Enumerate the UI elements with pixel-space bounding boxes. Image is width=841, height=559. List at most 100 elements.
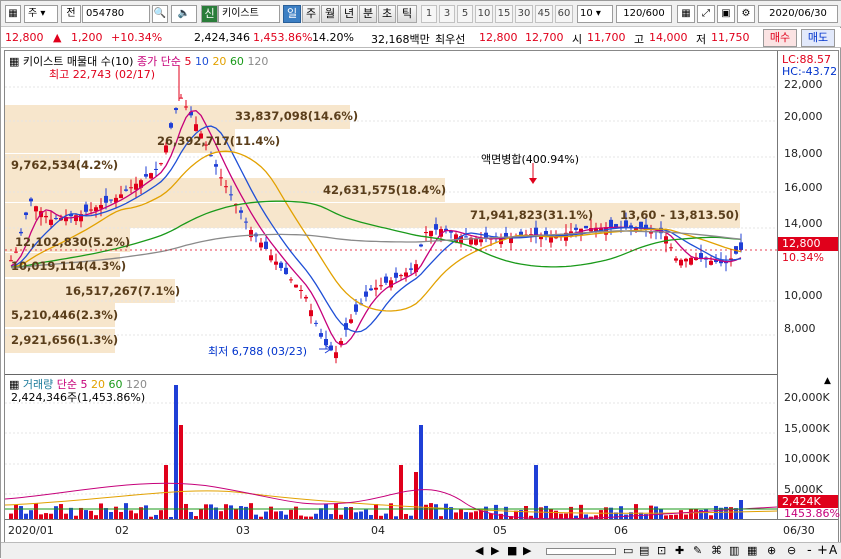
candle-body [429, 230, 433, 237]
candle-body [89, 209, 93, 211]
scroll-left-icon[interactable]: ◀ [475, 544, 483, 557]
minute-3[interactable]: 3 [439, 5, 455, 23]
tab-second[interactable]: 초 [378, 5, 396, 23]
bar-icon[interactable]: ▦ [747, 544, 757, 557]
minute-15[interactable]: 15 [495, 5, 513, 23]
candle-body [669, 247, 673, 249]
candle-body [259, 242, 263, 248]
vol-y-tick: 20,000K [784, 391, 830, 404]
candle-body [534, 227, 538, 236]
tab-week[interactable]: 주 [302, 5, 320, 23]
draw-tool-icon[interactable]: ⤢ [697, 5, 715, 23]
candle-body [409, 268, 413, 270]
volume-bar [374, 504, 378, 520]
candle-body [314, 322, 318, 324]
type-select[interactable]: 주 ▾ [24, 5, 58, 23]
scroll-bar[interactable]: ◀ ▶ ■ ▶ ▭ ▤ ⊡ ✚ ✎ ⌘ ▥ ▦ ⊕ ⊖ - + A [1, 542, 841, 559]
grid-icon[interactable]: ▦ [677, 5, 695, 23]
scroll-right-icon[interactable]: ▶ [523, 544, 531, 557]
volume-bar [184, 503, 188, 520]
settings-icon[interactable]: ⚙ [737, 5, 755, 23]
y-tick: 8,000 [784, 322, 816, 335]
market-button[interactable]: 신 [201, 5, 218, 23]
price-panel[interactable]: ▦ 키이스트 매물대 수(10) 종가 단순 5 10 20 60 120 최고… [5, 51, 777, 373]
profile-label: 42,631,575(18.4%) [323, 183, 447, 197]
layout2-icon[interactable]: ▤ [639, 544, 649, 557]
x-tick: 04 [371, 524, 385, 537]
zoom-in-icon[interactable]: ⊕ [767, 544, 776, 557]
volume-bar [414, 472, 418, 520]
current-price: 12,800 [5, 31, 44, 44]
chart-type-icon[interactable]: ▥ [729, 544, 739, 557]
hc-label: HC:-43.72 [782, 65, 838, 78]
save-icon[interactable]: ▣ [717, 5, 735, 23]
scroll-slider[interactable] [546, 548, 616, 555]
volume-bar [174, 385, 178, 520]
volume-sub-label: 2,424,346주(1,453.86%) [11, 391, 146, 404]
candle-body [224, 186, 228, 188]
minute-30[interactable]: 30 [515, 5, 533, 23]
buy-button[interactable]: 매수 [763, 29, 797, 47]
search-icon[interactable]: 🔍 [152, 5, 168, 23]
zoom-minus-button[interactable]: - [807, 543, 812, 558]
candle-body [194, 124, 198, 131]
magnet-icon[interactable]: ⌘ [711, 544, 722, 557]
zoom-auto-button[interactable]: A [829, 543, 837, 557]
tab-year[interactable]: 년 [340, 5, 358, 23]
volume-panel[interactable]: ▦ 거래량 단순 5 20 60 120 2,424,346주(1,453.86… [5, 374, 777, 520]
y-tick: 18,000 [784, 147, 823, 160]
split-event-label: 액면병합(400.94%) [481, 153, 580, 166]
volume-bar [14, 504, 18, 520]
date-input[interactable]: 2020/06/30 [758, 5, 838, 23]
sell-button[interactable]: 매도 [801, 29, 835, 47]
toolbar: ▦ 주 ▾ 전 054780 🔍 🔈 신 키이스트 일 주 월 년 분 초 틱 … [1, 1, 841, 27]
x-tick: 06 [614, 524, 628, 537]
profile-label: 13,60 - 13,813.50) [620, 208, 740, 222]
zoom-fit-icon[interactable]: ⊡ [657, 544, 666, 557]
chart-area[interactable]: ▦ 키이스트 매물대 수(10) 종가 단순 5 10 20 60 120 최고… [4, 50, 840, 542]
tool-icon[interactable]: ✎ [693, 544, 702, 557]
volume-scroll-up-icon[interactable]: ▲ [824, 376, 831, 386]
candle-body [249, 229, 253, 238]
candle-body [289, 279, 293, 281]
tick-select[interactable]: 10 ▾ [577, 5, 613, 23]
up-arrow-icon: ▲ [53, 31, 62, 44]
minute-60[interactable]: 60 [555, 5, 573, 23]
crosshair-icon[interactable]: ✚ [675, 544, 684, 557]
stock-name: 키이스트 [218, 5, 280, 23]
play-icon[interactable]: ▶ [491, 544, 499, 557]
y-axis[interactable]: LC:88.57 HC:-43.72 22,000 20,000 18,000 … [777, 51, 840, 520]
minute-5[interactable]: 5 [457, 5, 473, 23]
zoom-plus-button[interactable]: + [817, 543, 828, 558]
tab-minute[interactable]: 분 [359, 5, 377, 23]
volume-bar [494, 504, 498, 520]
volume-bar [739, 500, 743, 520]
candle-body [29, 198, 33, 202]
candle-body [209, 155, 213, 157]
minute-10[interactable]: 10 [475, 5, 493, 23]
candle-body [384, 276, 388, 283]
candle-body [304, 296, 308, 299]
minute-45[interactable]: 45 [535, 5, 553, 23]
stop-icon[interactable]: ■ [507, 544, 517, 557]
candle-body [424, 232, 428, 234]
candle-body [349, 319, 353, 323]
prev-label[interactable]: 전 [61, 5, 81, 23]
layout-icon[interactable]: ▭ [623, 544, 633, 557]
tab-month[interactable]: 월 [321, 5, 339, 23]
tab-tick[interactable]: 틱 [397, 5, 417, 23]
candle-body [84, 204, 88, 212]
code-input[interactable]: 054780 [82, 5, 150, 23]
zoom-out-icon[interactable]: ⊖ [787, 544, 796, 557]
min-price-label: 최저 6,788 (03/23) [208, 345, 308, 358]
minute-1[interactable]: 1 [421, 5, 437, 23]
profile-label: 71,941,823(31.1%) [470, 208, 594, 222]
speaker-icon[interactable]: 🔈 [171, 5, 197, 23]
candle-body [324, 339, 328, 346]
window-menu-icon[interactable]: ▦ [5, 5, 21, 23]
x-tick: 2020/01 [8, 524, 54, 537]
volume-bar [204, 504, 208, 520]
tab-day[interactable]: 일 [283, 5, 301, 23]
count-input[interactable]: 120/600 [616, 5, 672, 23]
y-tick: 16,000 [784, 181, 823, 194]
